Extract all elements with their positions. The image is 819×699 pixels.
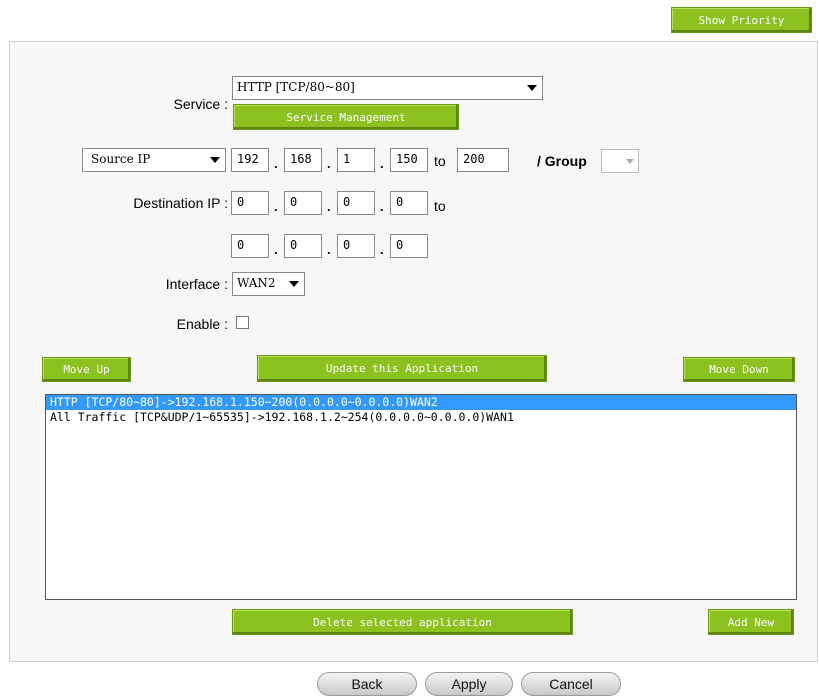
source-type-value: Source IP bbox=[91, 152, 151, 166]
destination-ip-to-octet-4[interactable]: 0 bbox=[390, 234, 428, 258]
list-item[interactable]: HTTP [TCP/80~80]->192.168.1.150~200(0.0.… bbox=[46, 395, 796, 410]
destination-ip-to-octet-3[interactable]: 0 bbox=[337, 234, 375, 258]
destination-ip-from-octet-1[interactable]: 0 bbox=[231, 191, 269, 215]
destination-to-label: to bbox=[434, 198, 446, 214]
ip-dot: . bbox=[327, 156, 331, 171]
ip-dot: . bbox=[327, 242, 331, 257]
group-label: / Group bbox=[537, 153, 587, 169]
service-management-button[interactable]: Service Management bbox=[233, 104, 459, 130]
source-type-select[interactable]: Source IP bbox=[82, 148, 226, 172]
source-ip-octet-3[interactable]: 1 bbox=[337, 148, 375, 172]
chevron-down-icon bbox=[626, 159, 634, 164]
update-application-button[interactable]: Update this Application bbox=[257, 355, 547, 382]
service-select-value: HTTP [TCP/80~80] bbox=[237, 80, 355, 94]
chevron-down-icon bbox=[289, 281, 299, 287]
chevron-down-icon bbox=[527, 85, 537, 91]
destination-ip-to-octet-1[interactable]: 0 bbox=[231, 234, 269, 258]
ip-dot: . bbox=[274, 156, 278, 171]
interface-select[interactable]: WAN2 bbox=[232, 272, 305, 296]
source-ip-octet-4[interactable]: 150 bbox=[390, 148, 428, 172]
cancel-button[interactable]: Cancel bbox=[521, 672, 621, 696]
group-select[interactable] bbox=[601, 149, 639, 173]
ip-dot: . bbox=[327, 199, 331, 214]
service-select[interactable]: HTTP [TCP/80~80] bbox=[232, 76, 543, 100]
apply-button[interactable]: Apply bbox=[425, 672, 513, 696]
destination-ip-from-octet-3[interactable]: 0 bbox=[337, 191, 375, 215]
move-down-button[interactable]: Move Down bbox=[683, 357, 795, 382]
interface-select-value: WAN2 bbox=[237, 276, 276, 290]
destination-ip-from-octet-4[interactable]: 0 bbox=[390, 191, 428, 215]
source-ip-octet-1[interactable]: 192 bbox=[231, 148, 269, 172]
interface-label: Interface : bbox=[165, 276, 228, 292]
ip-dot: . bbox=[274, 242, 278, 257]
back-button[interactable]: Back bbox=[317, 672, 417, 696]
delete-selected-button[interactable]: Delete selected application bbox=[232, 609, 573, 635]
ip-dot: . bbox=[380, 156, 384, 171]
enable-label: Enable : bbox=[176, 316, 228, 332]
list-item[interactable]: All Traffic [TCP&UDP/1~65535]->192.168.1… bbox=[46, 410, 796, 425]
ip-dot: . bbox=[380, 199, 384, 214]
application-list[interactable]: HTTP [TCP/80~80]->192.168.1.150~200(0.0.… bbox=[45, 394, 797, 600]
source-to-label: to bbox=[434, 153, 446, 169]
ip-dot: . bbox=[274, 199, 278, 214]
service-label: Service : bbox=[173, 96, 228, 112]
enable-checkbox[interactable] bbox=[236, 316, 249, 329]
chevron-down-icon bbox=[210, 157, 220, 163]
destination-ip-from-octet-2[interactable]: 0 bbox=[284, 191, 322, 215]
ip-dot: . bbox=[380, 242, 384, 257]
show-priority-button[interactable]: Show Priority bbox=[671, 7, 812, 33]
source-ip-to-input[interactable]: 200 bbox=[457, 148, 509, 172]
move-up-button[interactable]: Move Up bbox=[42, 357, 131, 382]
destination-ip-to-octet-2[interactable]: 0 bbox=[284, 234, 322, 258]
destination-ip-label: Destination IP : bbox=[133, 195, 228, 211]
add-new-button[interactable]: Add New bbox=[708, 609, 794, 635]
source-ip-octet-2[interactable]: 168 bbox=[284, 148, 322, 172]
